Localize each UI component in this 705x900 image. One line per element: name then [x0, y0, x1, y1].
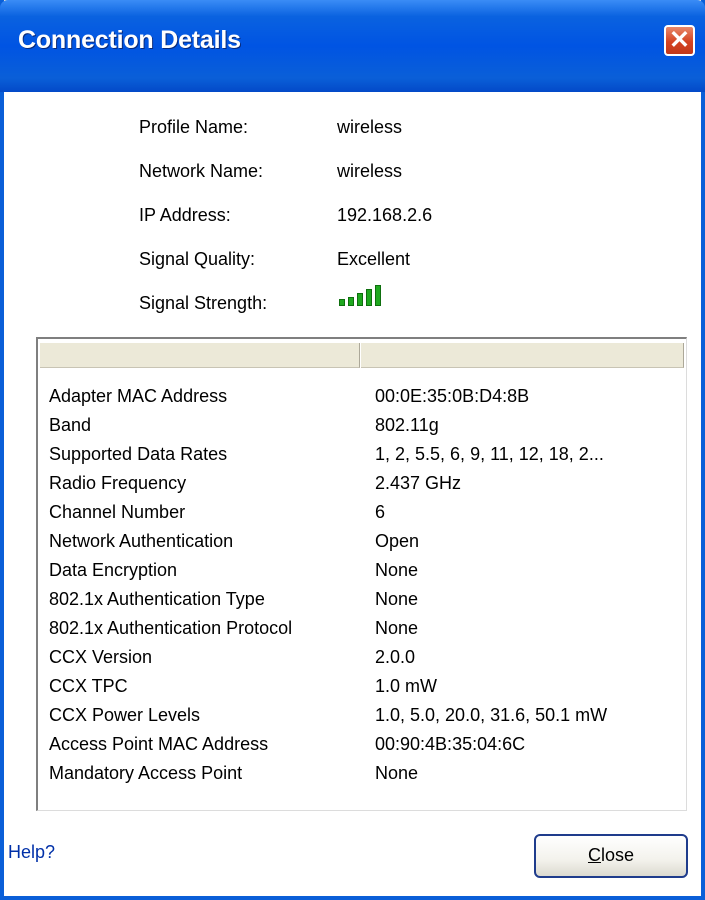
list-item[interactable]: Radio Frequency 2.437 GHz — [38, 469, 684, 498]
network-name-value: wireless — [337, 161, 403, 181]
signal-bar — [366, 289, 372, 306]
signal-bar — [348, 297, 354, 306]
list-item-key: CCX Power Levels — [49, 705, 201, 725]
list-item-key: Mandatory Access Point — [49, 763, 243, 783]
list-item[interactable]: Data Encryption None — [38, 556, 684, 585]
list-item-value: 00:90:4B:35:04:6C — [375, 734, 526, 754]
close-icon[interactable]: ✕ — [664, 25, 695, 56]
list-item-value: None — [375, 763, 419, 783]
network-name-label: Network Name: — [139, 161, 264, 181]
close-button[interactable]: Close — [534, 834, 688, 878]
list-item[interactable]: 802.1x Authentication Protocol None — [38, 614, 684, 643]
list-item-value: 2.437 GHz — [375, 473, 462, 493]
list-item-value: 1, 2, 5.5, 6, 9, 11, 12, 18, 2... — [375, 444, 604, 464]
list-item-key: Band — [49, 415, 92, 435]
list-item-key: Data Encryption — [49, 560, 178, 580]
signal-quality-value: Excellent — [337, 249, 411, 269]
connection-details-dialog: Connection Details ✕ Profile Name: wirel… — [0, 0, 705, 900]
list-item-key: 802.1x Authentication Protocol — [49, 618, 293, 638]
list-item-value: 802.11g — [375, 415, 439, 435]
column-header-value[interactable] — [361, 343, 684, 368]
help-link[interactable]: Help? — [8, 842, 55, 863]
list-item-value: None — [375, 589, 419, 609]
list-item-key: Supported Data Rates — [49, 444, 228, 464]
close-button-label: lose — [600, 845, 635, 865]
list-item-key: CCX Version — [49, 647, 153, 667]
list-item-key: Access Point MAC Address — [49, 734, 269, 754]
list-item-value: 00:0E:35:0B:D4:8B — [375, 386, 530, 406]
list-item[interactable]: Mandatory Access Point None — [38, 759, 684, 788]
list-item[interactable]: Access Point MAC Address 00:90:4B:35:04:6… — [38, 730, 684, 759]
title-bar[interactable]: Connection Details ✕ — [0, 0, 705, 92]
signal-bar — [357, 293, 363, 306]
signal-bar — [339, 299, 345, 306]
list-item-key: CCX TPC — [49, 676, 128, 696]
list-item[interactable]: Band 802.11g — [38, 411, 684, 440]
details-list[interactable]: Adapter MAC Address 00:0E:35:0B:D4:8B Ban… — [36, 337, 687, 811]
list-item-key: Network Authentication — [49, 531, 234, 551]
list-item-key: Adapter MAC Address — [49, 386, 228, 406]
list-item-value: None — [375, 560, 419, 580]
list-item[interactable]: CCX Power Levels 1.0, 5.0, 20.0, 31.6, 50… — [38, 701, 684, 730]
list-item[interactable]: CCX TPC 1.0 mW — [38, 672, 684, 701]
list-item-value: 2.0.0 — [375, 647, 416, 667]
close-button-accelerator: C — [587, 845, 601, 865]
list-item-key: Radio Frequency — [49, 473, 187, 493]
list-item[interactable]: Adapter MAC Address 00:0E:35:0B:D4:8B — [38, 382, 684, 411]
column-header-property[interactable] — [40, 343, 360, 368]
profile-name-label: Profile Name: — [139, 117, 249, 137]
list-item-key: 802.1x Authentication Type — [49, 589, 265, 609]
window-title: Connection Details — [18, 26, 241, 54]
list-item-value: 1.0, 5.0, 20.0, 31.6, 50.1 mW — [375, 705, 608, 725]
list-item[interactable]: Supported Data Rates 1, 2, 5.5, 6, 9, 11,… — [38, 440, 684, 469]
signal-strength-label: Signal Strength: — [139, 293, 268, 313]
profile-name-value: wireless — [337, 117, 403, 137]
ip-address-value: 192.168.2.6 — [337, 205, 433, 225]
list-item-key: Channel Number — [49, 502, 186, 522]
dialog-body: Profile Name: wireless Network Name: wir… — [4, 92, 701, 896]
list-item-value: Open — [375, 531, 420, 551]
ip-address-label: IP Address: — [139, 205, 231, 225]
signal-quality-label: Signal Quality: — [139, 249, 256, 269]
list-item[interactable]: 802.1x Authentication Type None — [38, 585, 684, 614]
signal-strength-icon — [339, 284, 399, 306]
list-item[interactable]: CCX Version 2.0.0 — [38, 643, 684, 672]
list-item[interactable]: Channel Number 6 — [38, 498, 684, 527]
list-item[interactable]: Network Authentication Open — [38, 527, 684, 556]
signal-bar — [375, 285, 381, 306]
list-item-value: 1.0 mW — [375, 676, 438, 696]
list-item-value: None — [375, 618, 419, 638]
list-item-value: 6 — [375, 502, 386, 522]
